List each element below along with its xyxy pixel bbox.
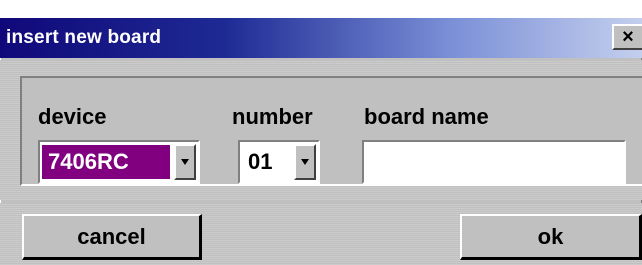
number-select[interactable]: 01 (238, 140, 320, 184)
cancel-button[interactable]: cancel (22, 214, 202, 260)
title-bar[interactable]: insert new board × (0, 18, 642, 58)
chevron-down-icon (301, 159, 309, 165)
buttons-panel: cancel ok (0, 203, 642, 265)
number-label: number (232, 104, 313, 129)
device-label: device (38, 104, 107, 129)
board-name-input[interactable] (362, 140, 626, 184)
fields-group: device 7406RC number 01 board name (20, 76, 642, 186)
close-icon: × (622, 26, 634, 48)
dialog-title: insert new board (6, 27, 162, 48)
insert-board-dialog: insert new board × device 7406RC number … (0, 18, 642, 265)
number-dropdown-button[interactable] (294, 144, 316, 180)
close-button[interactable]: × (612, 24, 642, 50)
device-select[interactable]: 7406RC (38, 140, 200, 184)
number-value: 01 (248, 149, 273, 174)
chevron-down-icon (181, 159, 189, 165)
fields-panel: device 7406RC number 01 board name (0, 60, 642, 200)
device-value: 7406RC (42, 145, 170, 179)
board-name-label: board name (364, 104, 489, 129)
ok-button[interactable]: ok (460, 214, 642, 260)
device-dropdown-button[interactable] (174, 144, 196, 180)
